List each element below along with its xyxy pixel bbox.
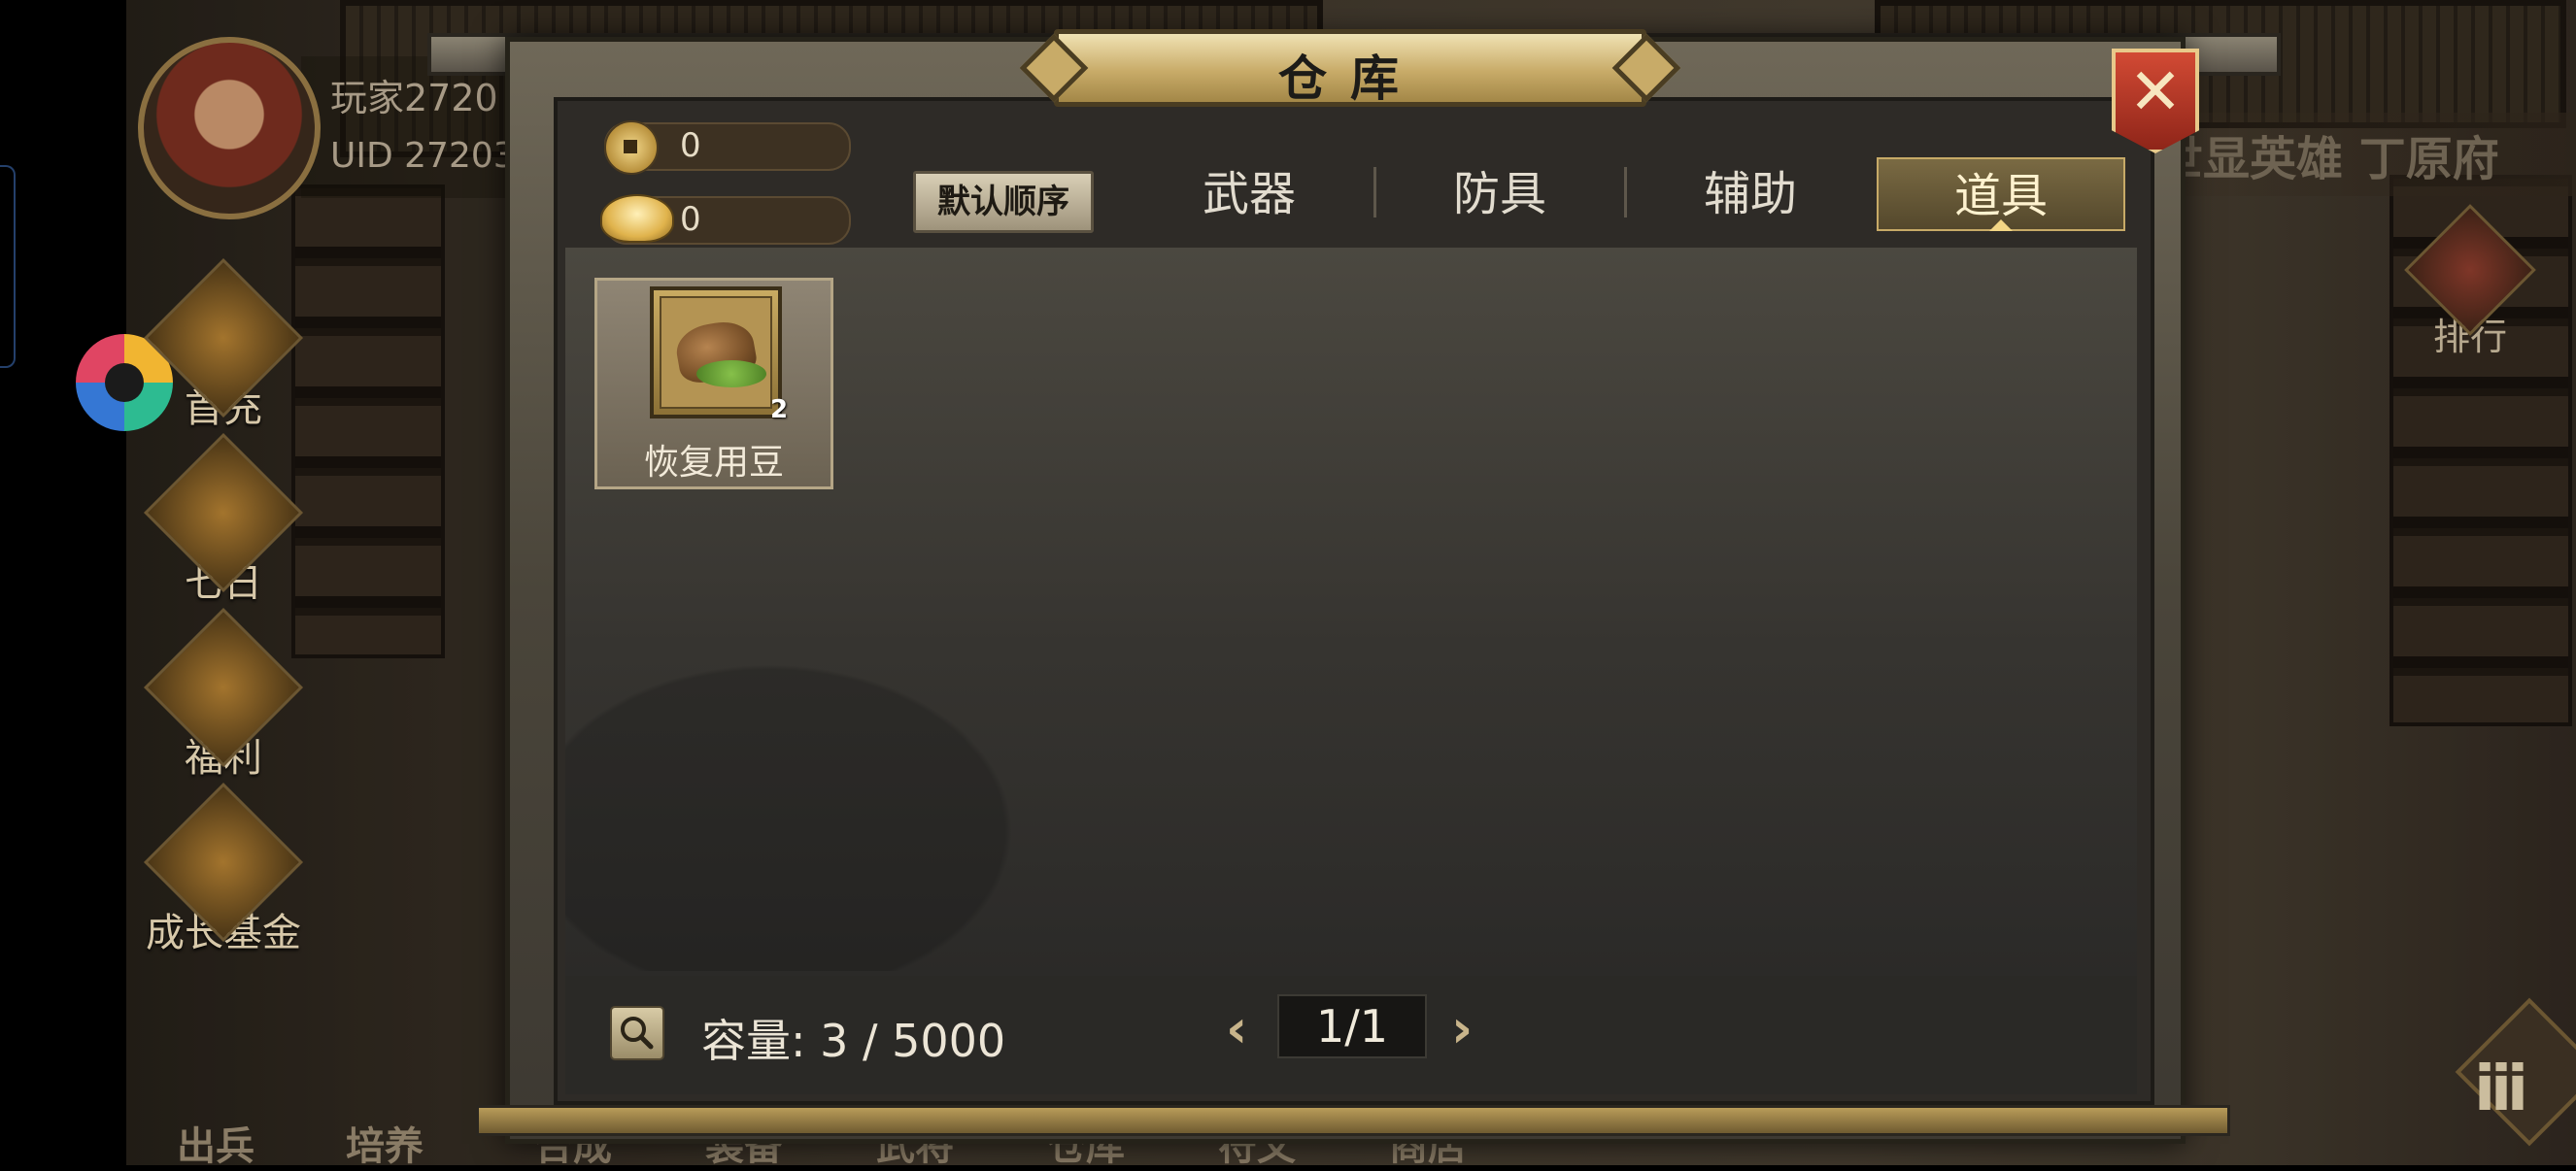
rank-banner-text: 世显英雄 丁原府 xyxy=(2156,132,2499,186)
gold-ingot-icon xyxy=(600,194,674,243)
active-tab-pointer xyxy=(1989,219,2013,231)
search-icon xyxy=(621,1017,654,1050)
item-icon-frame: 2 xyxy=(650,286,788,424)
rank-button[interactable]: 排行 xyxy=(2404,204,2536,360)
treasure-icon xyxy=(143,607,304,768)
nav-item-deploy[interactable]: 出兵 xyxy=(177,1115,254,1171)
side-button-welfare[interactable]: 福利 xyxy=(143,607,304,783)
side-button-seven-day[interactable]: 七日 xyxy=(143,432,304,608)
next-page-button[interactable]: › xyxy=(1451,998,1473,1059)
dialog-title: 仓库 xyxy=(1278,50,1422,107)
nav-item-train[interactable]: 培养 xyxy=(346,1115,424,1171)
item-name: 恢复用豆 xyxy=(643,443,784,483)
tab-accessories[interactable]: 辅助 xyxy=(1626,157,1875,231)
gift-icon xyxy=(143,257,304,418)
leaderboard-icon xyxy=(2404,204,2536,336)
page-indicator: 1/1 xyxy=(1277,994,1427,1058)
screen-edge xyxy=(0,0,126,1165)
close-icon: ✕ xyxy=(2128,54,2183,129)
dialog-bottom-bar xyxy=(476,1105,2230,1136)
tab-weapons[interactable]: 武器 xyxy=(1125,157,1373,231)
item-slot[interactable]: 2 恢复用豆 xyxy=(594,278,833,489)
item-count: 2 xyxy=(770,395,789,424)
gold-value: 0 xyxy=(680,200,701,239)
sort-order-button[interactable]: 默认顺序 xyxy=(913,171,1094,233)
player-uid: UID 27203 xyxy=(330,136,516,176)
bean-sack-icon xyxy=(660,296,772,409)
side-button-growth-fund[interactable]: 成长基金 xyxy=(143,782,304,957)
prev-page-button[interactable]: ‹ xyxy=(1226,998,1247,1059)
capacity-label: 容量: xyxy=(701,1015,806,1067)
scroll-icon xyxy=(143,432,304,593)
capacity-display: 容量: 3 / 5000 xyxy=(701,1006,1005,1070)
background-silhouette xyxy=(565,505,1245,971)
copper-coin-icon xyxy=(604,120,659,175)
capacity-value: 3 / 5000 xyxy=(820,1015,1006,1067)
tab-armor[interactable]: 防具 xyxy=(1375,157,1624,231)
menu-icon: ⅲ xyxy=(2474,1054,2528,1125)
search-button[interactable] xyxy=(610,1006,664,1060)
copper-value: 0 xyxy=(680,126,701,165)
side-drawer-handle[interactable] xyxy=(0,165,16,368)
dialog-title-plate: 仓库 xyxy=(1054,29,1646,107)
avatar[interactable] xyxy=(138,37,321,219)
player-name: 玩家2720 xyxy=(330,77,498,119)
side-button-first-charge[interactable]: 首充 xyxy=(143,257,304,433)
